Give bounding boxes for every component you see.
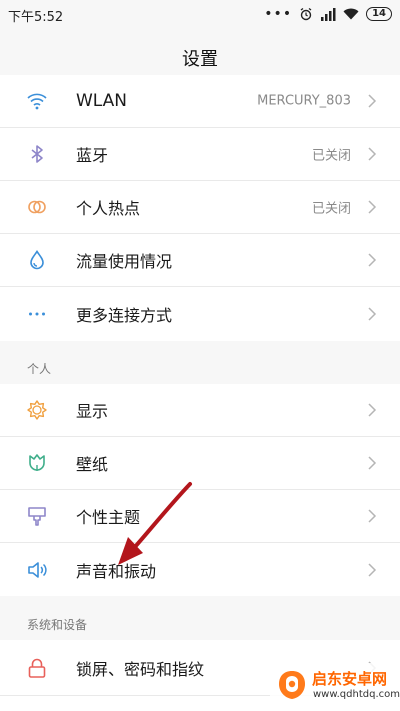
status-bar: 下午5:52 ••• 14 xyxy=(0,0,400,28)
chevron-right-icon xyxy=(368,253,377,267)
row-label-wlan: WLAN xyxy=(76,91,128,111)
chevron-right-icon xyxy=(368,562,377,577)
settings-row-more-connections[interactable]: 更多连接方式 xyxy=(0,287,400,340)
hotspot-icon xyxy=(28,200,46,214)
wifi-status-icon xyxy=(343,8,359,20)
section-label-personal: 个人 xyxy=(27,362,52,376)
settings-row-wlan[interactable]: WLAN MERCURY_803 xyxy=(0,75,400,128)
status-icons: ••• 14 xyxy=(264,5,392,23)
signal-icon xyxy=(321,7,336,21)
wifi-icon xyxy=(27,93,47,110)
bluetooth-icon xyxy=(31,145,43,163)
row-label-sound: 声音和振动 xyxy=(76,561,157,581)
section-label-system: 系统和设备 xyxy=(27,618,88,632)
settings-row-hotspot[interactable]: 个人热点 已关闭 xyxy=(0,181,400,234)
chevron-right-icon xyxy=(368,200,377,214)
watermark: 启东安卓网 www.qdhtdq.com xyxy=(270,663,400,709)
row-label-wallpaper: 壁纸 xyxy=(76,455,109,474)
settings-row-wallpaper[interactable]: 壁纸 xyxy=(0,437,400,490)
chevron-right-icon xyxy=(368,147,377,161)
lock-icon xyxy=(28,658,46,678)
sun-icon xyxy=(27,400,47,420)
alarm-icon xyxy=(300,7,312,21)
row-label-lock-screen: 锁屏、密码和指纹 xyxy=(76,659,205,679)
row-value-hotspot: 已关闭 xyxy=(311,201,351,217)
tulip-icon xyxy=(29,454,45,471)
water-drop-icon xyxy=(30,250,44,270)
row-value-wlan: MERCURY_803 xyxy=(257,93,351,109)
watermark-title: 启东安卓网 xyxy=(312,670,388,688)
section-header-system: 系统和设备 xyxy=(0,596,400,640)
settings-row-sound[interactable]: 声音和振动 xyxy=(0,543,400,596)
more-dots-icon xyxy=(29,312,45,315)
row-label-more-connections: 更多连接方式 xyxy=(76,305,173,325)
brush-icon xyxy=(28,507,46,526)
status-time: 下午5:52 xyxy=(8,10,64,25)
settings-row-data-usage[interactable]: 流量使用情况 xyxy=(0,234,400,287)
chevron-right-icon xyxy=(368,403,377,417)
row-label-display: 显示 xyxy=(76,402,109,421)
settings-row-display[interactable]: 显示 xyxy=(0,384,400,437)
speaker-icon xyxy=(28,561,47,578)
chevron-right-icon xyxy=(368,509,377,523)
section-header-personal: 个人 xyxy=(0,341,400,384)
chevron-right-icon xyxy=(368,456,377,470)
chevron-right-icon xyxy=(368,306,377,321)
watermark-url: www.qdhtdq.com xyxy=(313,689,400,700)
page-title: 设置 xyxy=(182,49,218,70)
row-label-themes: 个性主题 xyxy=(76,508,141,527)
row-label-data-usage: 流量使用情况 xyxy=(76,252,173,271)
row-label-bluetooth: 蓝牙 xyxy=(76,146,109,165)
watermark-logo-icon xyxy=(279,671,305,699)
chevron-right-icon xyxy=(368,94,377,108)
row-value-bluetooth: 已关闭 xyxy=(311,148,351,164)
more-dots-icon: ••• xyxy=(264,6,293,22)
battery-indicator: 14 xyxy=(366,7,392,21)
settings-row-bluetooth[interactable]: 蓝牙 已关闭 xyxy=(0,128,400,181)
row-label-hotspot: 个人热点 xyxy=(76,199,141,218)
settings-row-themes[interactable]: 个性主题 xyxy=(0,490,400,543)
